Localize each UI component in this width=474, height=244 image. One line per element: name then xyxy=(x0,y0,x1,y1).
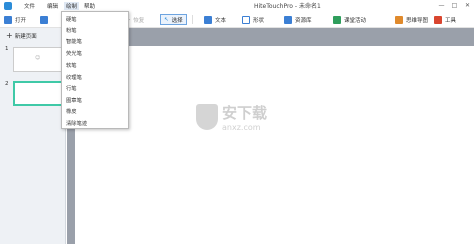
cursor-icon: ↖ xyxy=(164,16,169,23)
new-page-label: 新建页面 xyxy=(14,33,37,40)
select-label: 选择 xyxy=(171,17,183,24)
slide-placeholder-icon: ☺ xyxy=(35,55,41,61)
menu-item-line-pen[interactable]: 行笔 xyxy=(66,84,77,92)
open-label: 打开 xyxy=(15,17,27,24)
open-button[interactable]: 打开 xyxy=(4,14,26,25)
minimize-icon[interactable]: — xyxy=(435,0,448,11)
slide-thumbnail-1[interactable]: ☺ xyxy=(13,47,63,72)
window-title: HiteTouchPro - 未命名1 xyxy=(254,3,321,10)
draw-menu-dropdown: 硬笔 粉笔 智能笔 荧光笔 软笔 纹理笔 行笔 图章笔 橡皮 清除笔迹 xyxy=(61,11,129,129)
slide-thumbnail-2[interactable] xyxy=(13,81,63,106)
tools-button[interactable]: 工具 xyxy=(434,14,456,25)
menu-draw[interactable]: 绘制 xyxy=(64,1,80,10)
menu-item-highlighter[interactable]: 荧光笔 xyxy=(66,49,82,57)
toolbox-icon xyxy=(434,15,442,24)
text-button[interactable]: 文本 xyxy=(204,14,226,25)
activity-button[interactable]: 课堂活动 xyxy=(333,14,366,25)
menu-item-smart-pen[interactable]: 智能笔 xyxy=(66,37,82,45)
shape-button[interactable]: 形状 xyxy=(242,14,264,25)
activity-icon xyxy=(333,15,341,24)
save-button[interactable] xyxy=(40,14,48,25)
menu-item-eraser[interactable]: 橡皮 xyxy=(66,107,77,115)
activity-label: 课堂活动 xyxy=(344,17,367,24)
save-icon xyxy=(40,15,48,24)
text-label: 文本 xyxy=(215,17,227,24)
menu-file[interactable]: 文件 xyxy=(24,2,35,10)
mindmap-icon xyxy=(395,15,403,24)
window-controls: — □ ✕ xyxy=(435,0,474,11)
slide-panel: + 新建页面 1 ☺ 2 xyxy=(0,28,66,244)
watermark: 安下载 anxz.com xyxy=(196,102,267,132)
watermark-shield-icon xyxy=(196,104,218,130)
toolbar-divider xyxy=(192,15,193,24)
folder-icon xyxy=(4,15,12,24)
mindmap-button[interactable]: 思维导图 xyxy=(395,14,428,25)
slide-number: 1 xyxy=(5,46,9,52)
text-icon xyxy=(204,15,212,24)
select-button[interactable]: ↖ 选择 xyxy=(160,14,187,25)
menu-edit[interactable]: 编辑 xyxy=(47,2,58,10)
resources-label: 资源库 xyxy=(295,17,312,24)
close-icon[interactable]: ✕ xyxy=(461,0,474,11)
menu-item-soft-pen[interactable]: 软笔 xyxy=(66,61,77,69)
watermark-text: 安下载 xyxy=(222,104,268,122)
menu-item-hard-pen[interactable]: 硬笔 xyxy=(66,15,77,23)
resources-button[interactable]: 资源库 xyxy=(284,14,312,25)
shape-icon xyxy=(242,15,250,24)
maximize-icon[interactable]: □ xyxy=(448,0,461,11)
menu-item-texture-pen[interactable]: 纹理笔 xyxy=(66,73,82,81)
app-logo-icon xyxy=(4,1,12,10)
restore-label: 恢复 xyxy=(133,17,145,24)
plus-icon: + xyxy=(6,31,13,40)
library-icon xyxy=(284,15,292,24)
watermark-domain: anxz.com xyxy=(222,123,261,132)
menu-item-clear-ink[interactable]: 清除笔迹 xyxy=(66,119,87,127)
menu-help[interactable]: 帮助 xyxy=(84,2,95,10)
mindmap-label: 思维导图 xyxy=(406,17,429,24)
menu-bar: 文件 编辑 绘制 帮助 HiteTouchPro - 未命名1 — □ ✕ xyxy=(0,0,474,11)
menu-item-stamp-pen[interactable]: 图章笔 xyxy=(66,96,82,104)
slide-number: 2 xyxy=(5,81,9,87)
new-page-button[interactable]: + 新建页面 xyxy=(6,31,37,40)
shape-label: 形状 xyxy=(253,17,265,24)
tools-label: 工具 xyxy=(445,17,457,24)
menu-item-chalk[interactable]: 粉笔 xyxy=(66,26,77,34)
